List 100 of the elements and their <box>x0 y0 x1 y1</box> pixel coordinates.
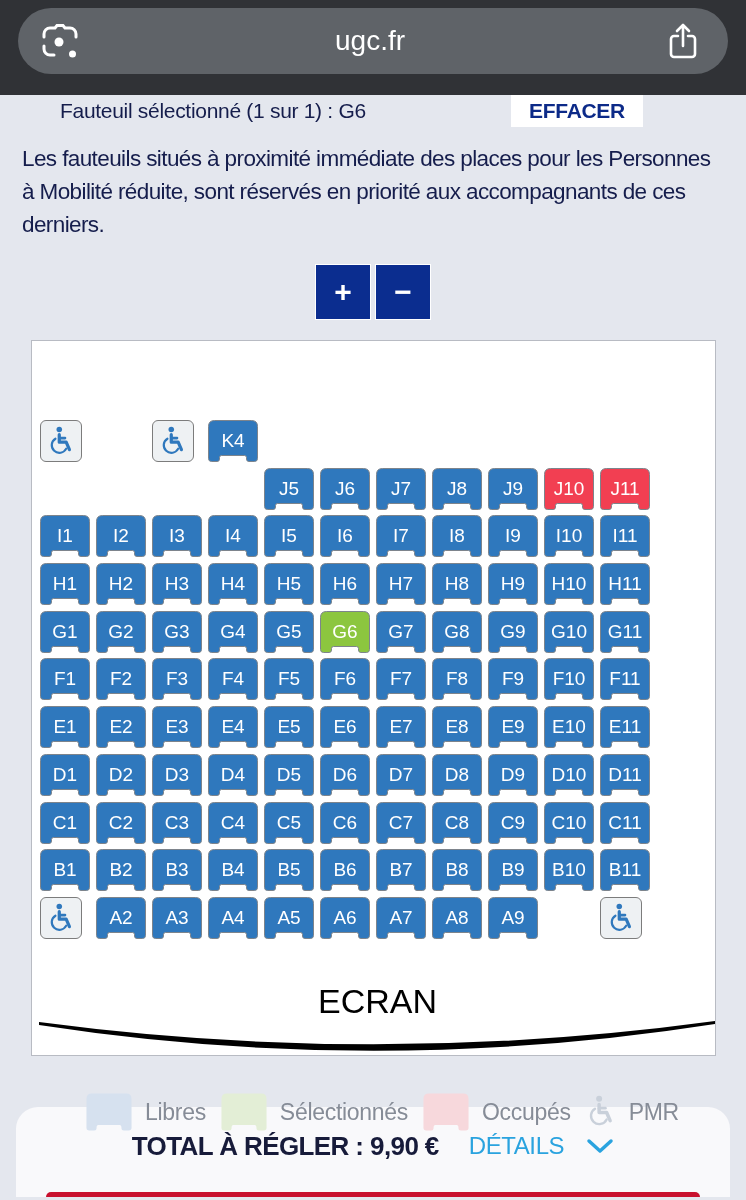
seat[interactable]: F11 <box>600 658 650 701</box>
seat[interactable]: C7 <box>376 801 426 844</box>
seat[interactable]: G11 <box>600 610 650 653</box>
seat[interactable]: B9 <box>488 849 538 892</box>
seat[interactable]: C2 <box>96 801 146 844</box>
seat[interactable]: B2 <box>96 849 146 892</box>
seat[interactable]: C11 <box>600 801 650 844</box>
seat[interactable]: H9 <box>488 563 538 606</box>
seat[interactable]: A6 <box>320 896 370 939</box>
seat[interactable]: G8 <box>432 610 482 653</box>
seat[interactable]: A2 <box>96 896 146 939</box>
seat[interactable]: B3 <box>152 849 202 892</box>
seat[interactable]: F5 <box>264 658 314 701</box>
seat[interactable]: J8 <box>432 467 482 510</box>
seat[interactable]: D7 <box>376 753 426 796</box>
seat[interactable]: J9 <box>488 467 538 510</box>
seat[interactable]: I6 <box>320 515 370 558</box>
seat[interactable]: E9 <box>488 706 538 749</box>
seat[interactable]: H7 <box>376 563 426 606</box>
zoom-in-button[interactable]: + <box>315 264 371 320</box>
seat[interactable]: E10 <box>544 706 594 749</box>
seat[interactable]: H6 <box>320 563 370 606</box>
seat[interactable]: C9 <box>488 801 538 844</box>
seat[interactable]: H5 <box>264 563 314 606</box>
details-link[interactable]: DÉTAILS <box>468 1131 615 1161</box>
seat[interactable]: F7 <box>376 658 426 701</box>
seat[interactable]: B7 <box>376 849 426 892</box>
seat[interactable]: D1 <box>40 753 90 796</box>
seat[interactable]: G7 <box>376 610 426 653</box>
seat[interactable]: A9 <box>488 896 538 939</box>
seat[interactable]: G4 <box>208 610 258 653</box>
seat[interactable]: D5 <box>264 753 314 796</box>
seat[interactable]: I5 <box>264 515 314 558</box>
wheelchair-icon[interactable] <box>40 420 82 462</box>
seat[interactable]: E7 <box>376 706 426 749</box>
wheelchair-icon[interactable] <box>600 896 642 939</box>
seat[interactable]: E4 <box>208 706 258 749</box>
seat[interactable]: F1 <box>40 658 90 701</box>
seat[interactable]: F9 <box>488 658 538 701</box>
seat[interactable]: F10 <box>544 658 594 701</box>
seat[interactable]: A3 <box>152 896 202 939</box>
seat[interactable]: H4 <box>208 563 258 606</box>
seat[interactable]: I7 <box>376 515 426 558</box>
seat[interactable]: E5 <box>264 706 314 749</box>
seat[interactable]: K4 <box>208 420 258 462</box>
seat[interactable]: F8 <box>432 658 482 701</box>
camera-icon[interactable] <box>42 23 78 59</box>
seat[interactable]: B6 <box>320 849 370 892</box>
seat[interactable]: D4 <box>208 753 258 796</box>
seat[interactable]: D9 <box>488 753 538 796</box>
seat[interactable]: J10 <box>544 467 594 510</box>
seat[interactable]: D11 <box>600 753 650 796</box>
seat[interactable]: I2 <box>96 515 146 558</box>
seat[interactable]: D3 <box>152 753 202 796</box>
seat[interactable]: D6 <box>320 753 370 796</box>
seat[interactable]: G10 <box>544 610 594 653</box>
seat[interactable]: G5 <box>264 610 314 653</box>
seat[interactable]: E8 <box>432 706 482 749</box>
seat[interactable]: E6 <box>320 706 370 749</box>
seat[interactable]: D10 <box>544 753 594 796</box>
seat[interactable]: B5 <box>264 849 314 892</box>
seat[interactable]: E11 <box>600 706 650 749</box>
clear-button[interactable]: EFFACER <box>511 95 643 127</box>
seat[interactable]: H8 <box>432 563 482 606</box>
seat[interactable]: H3 <box>152 563 202 606</box>
seat[interactable]: D8 <box>432 753 482 796</box>
seat[interactable]: I11 <box>600 515 650 558</box>
seat[interactable]: C5 <box>264 801 314 844</box>
seat[interactable]: C4 <box>208 801 258 844</box>
wheelchair-icon[interactable] <box>40 896 82 939</box>
seat[interactable]: G2 <box>96 610 146 653</box>
seat[interactable]: B11 <box>600 849 650 892</box>
zoom-out-button[interactable]: − <box>375 264 431 320</box>
share-icon[interactable] <box>668 23 698 59</box>
seat[interactable]: F3 <box>152 658 202 701</box>
seat[interactable]: I4 <box>208 515 258 558</box>
seat[interactable]: H11 <box>600 563 650 606</box>
seat[interactable]: J6 <box>320 467 370 510</box>
seat[interactable]: B10 <box>544 849 594 892</box>
seat[interactable]: D2 <box>96 753 146 796</box>
seat[interactable]: I3 <box>152 515 202 558</box>
seat[interactable]: J11 <box>600 467 650 510</box>
seat[interactable]: I10 <box>544 515 594 558</box>
seat[interactable]: A4 <box>208 896 258 939</box>
seat[interactable]: F6 <box>320 658 370 701</box>
seat[interactable]: H10 <box>544 563 594 606</box>
seat[interactable]: I8 <box>432 515 482 558</box>
seat[interactable]: C6 <box>320 801 370 844</box>
seat[interactable]: I9 <box>488 515 538 558</box>
seat[interactable]: J7 <box>376 467 426 510</box>
seat[interactable]: C10 <box>544 801 594 844</box>
seat[interactable]: J5 <box>264 467 314 510</box>
seat[interactable]: C1 <box>40 801 90 844</box>
seat[interactable]: G9 <box>488 610 538 653</box>
seat[interactable]: F4 <box>208 658 258 701</box>
seat[interactable]: C3 <box>152 801 202 844</box>
seat[interactable]: A7 <box>376 896 426 939</box>
seat[interactable]: F2 <box>96 658 146 701</box>
seat[interactable]: H2 <box>96 563 146 606</box>
seat[interactable]: I1 <box>40 515 90 558</box>
